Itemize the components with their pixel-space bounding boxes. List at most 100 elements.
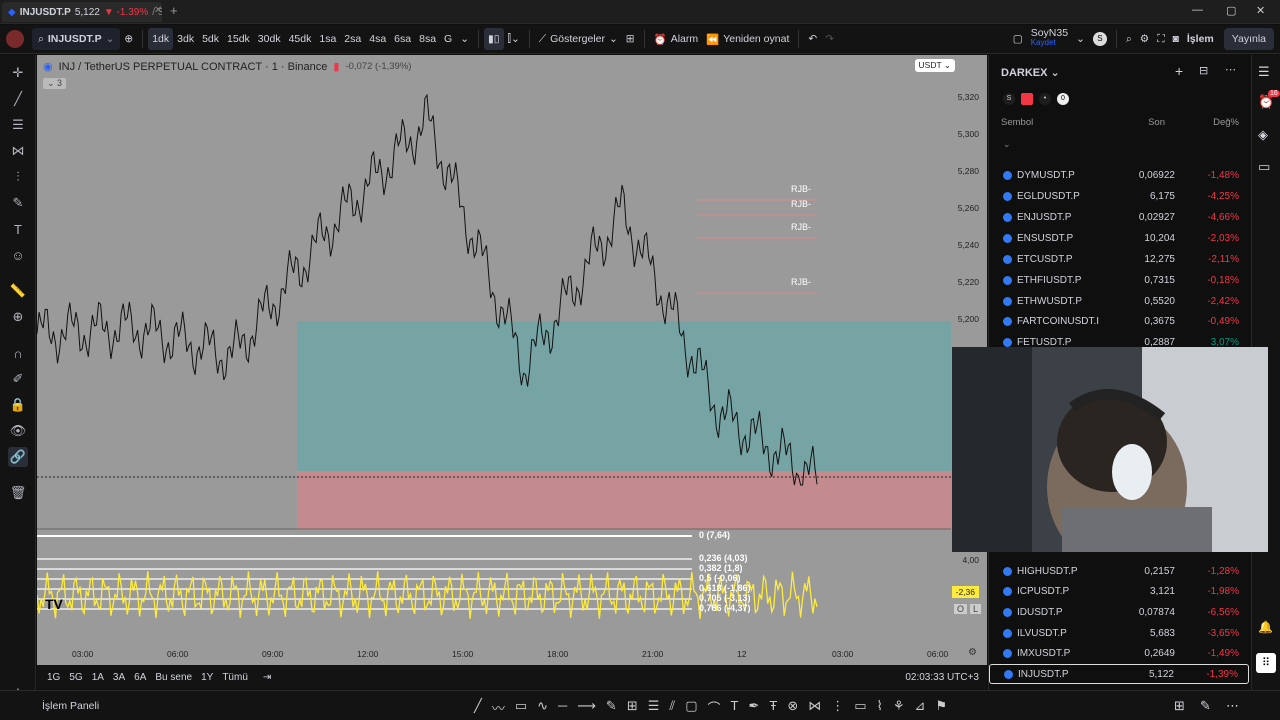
col-change[interactable]: Değ%: [1213, 117, 1239, 128]
settings-icon[interactable]: ⚙: [1136, 28, 1153, 50]
undo-icon[interactable]: ↶: [804, 28, 821, 50]
interval-4sa[interactable]: 4sa: [365, 28, 390, 50]
pattern-icon[interactable]: ⋈: [808, 698, 821, 717]
trendline-icon[interactable]: ╱: [474, 698, 482, 717]
interval-2sa[interactable]: 2sa: [340, 28, 365, 50]
watchlist-row[interactable]: EGLDUSDT.P 6,175 -4,25%: [989, 186, 1249, 206]
snapshot-badge-icon[interactable]: S: [1089, 28, 1111, 50]
ruler-icon[interactable]: ⊿: [915, 698, 926, 717]
ray-icon[interactable]: ⟶: [577, 698, 596, 717]
legend-collapse-badge[interactable]: ⌄ 3: [43, 78, 67, 89]
col-symbol[interactable]: Sembol: [1001, 117, 1033, 128]
trash-icon[interactable]: 🗑: [8, 483, 28, 503]
interval-dropdown-icon[interactable]: ⌄: [456, 28, 473, 50]
chat-icon[interactable]: ▭: [1258, 159, 1270, 175]
fullscreen-icon[interactable]: ⛶: [1153, 28, 1168, 50]
chart-pane[interactable]: RJB- RJB- RJB- RJB- ◉ INJ / TetherUS PERPET…: [37, 55, 987, 665]
range-6a[interactable]: 6A: [134, 672, 146, 683]
window-minimize-icon[interactable]: —: [1192, 4, 1203, 16]
date-range-picker-icon[interactable]: ⇥: [263, 672, 271, 683]
interval-5dk[interactable]: 5dk: [198, 28, 223, 50]
callout-icon[interactable]: ▭: [515, 698, 527, 717]
layout-icon[interactable]: ⊞: [622, 28, 639, 50]
layers-icon[interactable]: ◈: [1258, 127, 1268, 143]
watchlist-row[interactable]: ENJUSDT.P 0,02927 -4,66%: [989, 207, 1249, 227]
help-icon[interactable]: 🔔: [1258, 620, 1273, 634]
watchlist-row[interactable]: INJUSDT.P 5,122 -1,39%: [989, 664, 1249, 684]
chart-legend[interactable]: ◉ INJ / TetherUS PERPETUAL CONTRACT · 1 …: [43, 60, 411, 74]
arc-icon[interactable]: ⌒: [707, 698, 720, 717]
watchlist-layout-icon[interactable]: ⊟: [1199, 64, 1208, 77]
new-tab-icon[interactable]: +: [170, 3, 178, 18]
camera-icon[interactable]: ◙: [1169, 28, 1183, 50]
curve-icon[interactable]: ∿: [537, 698, 548, 717]
watchlist-row[interactable]: FARTCOINUSDT.I 0,3675 -0,49%: [989, 311, 1249, 331]
publish-button[interactable]: Yayınla: [1223, 28, 1274, 50]
watchlist-row[interactable]: ICPUSDT.P 3,121 -1,98%: [989, 581, 1249, 601]
cross-icon[interactable]: ⊗: [787, 698, 798, 717]
interval-30dk[interactable]: 30dk: [254, 28, 285, 50]
eye-icon[interactable]: 👁: [8, 421, 28, 441]
watchlist-row[interactable]: DYMUSDT.P 0,06922 -1,48%: [989, 165, 1249, 185]
interval-45dk[interactable]: 45dk: [285, 28, 316, 50]
edit-icon[interactable]: ✎: [1200, 698, 1211, 714]
symbol-search[interactable]: ⌕ INJUSDT.P ⌄: [32, 28, 121, 50]
currency-selector[interactable]: USDT ⌄: [914, 59, 955, 72]
range-1g[interactable]: 1G: [47, 672, 60, 683]
channel-icon[interactable]: ⫽: [669, 698, 675, 717]
candles-icon[interactable]: ▮▯: [484, 28, 504, 50]
checkbox-icon[interactable]: ▢: [1009, 28, 1027, 50]
redo-icon[interactable]: ↷: [821, 28, 838, 50]
interval-G[interactable]: G: [440, 28, 456, 50]
interval-6sa[interactable]: 6sa: [390, 28, 415, 50]
watchlist-row[interactable]: ETCUSDT.P 12,275 -2,11%: [989, 249, 1249, 269]
apps-icon[interactable]: ⠿: [1256, 653, 1276, 673]
magnet-icon[interactable]: ∩: [8, 343, 28, 363]
chevron-down-icon[interactable]: ⌄: [1072, 28, 1089, 50]
filter-flag-icon[interactable]: [1021, 93, 1033, 105]
watchlist-row[interactable]: ILVUSDT.P 5,683 -3,65%: [989, 623, 1249, 643]
pane-controls[interactable]: OL: [953, 604, 981, 614]
path-icon[interactable]: 〰: [492, 698, 505, 717]
window-close-icon[interactable]: ✕: [1256, 4, 1265, 17]
pen-icon[interactable]: ✒: [748, 698, 759, 717]
layout-grid-icon[interactable]: ⊞: [1174, 698, 1185, 714]
tab-close-icon[interactable]: ✕: [154, 5, 162, 16]
forecast-icon[interactable]: ⫶: [8, 167, 28, 187]
watchlist-title[interactable]: DARKEX ⌄: [1001, 66, 1060, 79]
brain-icon[interactable]: ⚘: [893, 698, 905, 717]
alerts-icon[interactable]: ⏰ 16: [1258, 90, 1280, 110]
interval-15dk[interactable]: 15dk: [223, 28, 254, 50]
filter-s-icon[interactable]: S: [1003, 93, 1015, 105]
range-1a[interactable]: 1A: [92, 672, 104, 683]
brush-icon[interactable]: ✎: [606, 698, 617, 717]
grid-icon[interactable]: ⊞: [627, 698, 638, 717]
interval-1dk[interactable]: 1dk: [148, 28, 174, 50]
user-menu[interactable]: SoyN35 Kaydet: [1027, 28, 1072, 50]
range-bu-sene[interactable]: Bu sene: [155, 672, 192, 683]
trade-panel-tab[interactable]: İşlem Paneli: [42, 700, 99, 712]
anchored-text-icon[interactable]: Ŧ: [769, 698, 777, 717]
lock-icon[interactable]: 🔒: [8, 395, 28, 415]
add-symbol-icon[interactable]: ⊕: [120, 28, 137, 50]
watchlist-icon[interactable]: ☰: [1258, 64, 1270, 80]
col-last[interactable]: Son: [1148, 117, 1165, 128]
filter-zero-icon[interactable]: 0: [1057, 93, 1069, 105]
ruler-icon[interactable]: 📏: [8, 281, 28, 301]
chart-type-icon[interactable]: ⫿⌄: [504, 28, 524, 50]
trendline-icon[interactable]: ╱: [8, 89, 28, 109]
more-icon[interactable]: ⋯: [1225, 63, 1236, 76]
replay-button[interactable]: ⏪ Yeniden oynat: [702, 28, 793, 50]
quick-search-icon[interactable]: ⌕: [1122, 28, 1136, 50]
interval-3dk[interactable]: 3dk: [173, 28, 198, 50]
interval-8sa[interactable]: 8sa: [415, 28, 440, 50]
wave-icon[interactable]: ⌇: [877, 698, 883, 717]
price-chart[interactable]: RJB- RJB- RJB- RJB-: [37, 55, 987, 665]
range-3a[interactable]: 3A: [113, 672, 125, 683]
pane-l-icon[interactable]: L: [969, 604, 981, 614]
flag-icon[interactable]: ⚑: [935, 698, 947, 717]
more-icon[interactable]: ⋯: [1226, 698, 1239, 714]
avatar[interactable]: [0, 28, 30, 50]
alarm-button[interactable]: ⏰ Alarm: [650, 28, 703, 50]
note-icon[interactable]: ▭: [854, 698, 866, 717]
